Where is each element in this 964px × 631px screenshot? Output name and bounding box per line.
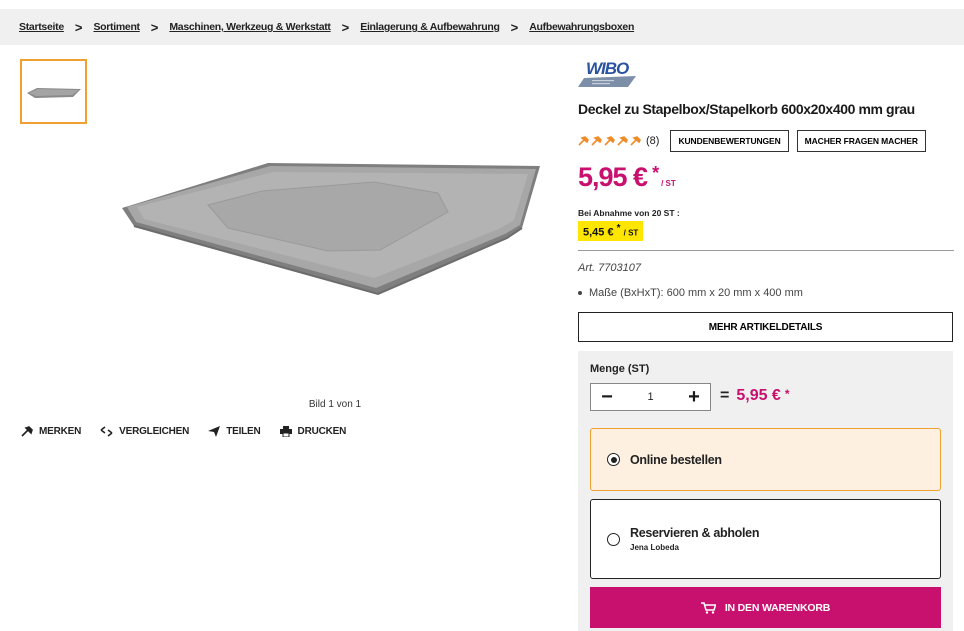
- total-price-star: *: [784, 387, 790, 401]
- quantity-label: Menge (ST): [590, 363, 650, 375]
- merken-button[interactable]: MERKEN: [21, 426, 81, 437]
- option-online-order[interactable]: Online bestellen: [590, 428, 941, 491]
- product-title: Deckel zu Stapelbox/Stapelkorb 600x20x40…: [578, 101, 915, 117]
- bulk-price-value: 5,45 €: [583, 226, 614, 239]
- hammer-rating-icon: [630, 136, 641, 146]
- merken-label: MERKEN: [39, 426, 82, 437]
- chevron-right-icon: >: [150, 19, 159, 35]
- product-price: 5,95 € * / ST: [578, 162, 676, 193]
- breadcrumb-startseite[interactable]: Startseite: [19, 21, 64, 33]
- option-reserve-store: Jena Lobeda: [630, 543, 679, 552]
- product-thumbnail[interactable]: [20, 59, 87, 124]
- option-reserve-label: Reservieren & abholen: [630, 526, 760, 540]
- add-to-cart-button[interactable]: IN DEN WARENKORB: [590, 587, 941, 628]
- hammer-rating-icon: [604, 136, 615, 146]
- radio-reserve[interactable]: [607, 532, 620, 546]
- breadcrumb-maschinen[interactable]: Maschinen, Werkzeug & Werkstatt: [169, 21, 331, 33]
- hammer-rating-icon: [591, 136, 602, 146]
- product-main-image[interactable]: [110, 150, 550, 300]
- hammer-icon: [21, 426, 33, 437]
- breadcrumb: Startseite > Sortiment > Maschinen, Werk…: [0, 9, 964, 45]
- divider: [578, 250, 954, 251]
- price-footnote-star: *: [652, 163, 660, 183]
- price-value: 5,95 €: [578, 162, 648, 192]
- questions-button[interactable]: MACHER FRAGEN MACHER: [796, 130, 926, 152]
- teilen-label: TEILEN: [226, 426, 261, 437]
- equals-sign: =: [720, 387, 730, 404]
- radio-online-checked[interactable]: [607, 453, 620, 466]
- bulk-price-star: *: [616, 223, 621, 234]
- drucken-button[interactable]: DRUCKEN: [279, 426, 347, 437]
- cart-icon: [700, 601, 716, 614]
- quantity-total: = 5,95 € *: [720, 387, 790, 405]
- reviews-button[interactable]: KUNDENBEWERTUNGEN: [670, 130, 789, 152]
- plus-button[interactable]: +: [685, 387, 703, 407]
- dimensions-item: Maße (BxHxT): 600 mm x 20 mm x 400 mm: [578, 287, 803, 299]
- dimensions-text: Maße (BxHxT): 600 mm x 20 mm x 400 mm: [589, 287, 803, 299]
- more-details-button[interactable]: MEHR ARTIKELDETAILS: [578, 312, 953, 342]
- brand-logo-text: WIBO: [586, 59, 629, 78]
- add-to-cart-label: IN DEN WARENKORB: [724, 601, 831, 614]
- price-unit: / ST: [661, 179, 676, 188]
- teilen-button[interactable]: TEILEN: [208, 426, 261, 437]
- chevron-right-icon: >: [510, 19, 519, 35]
- image-counter: Bild 1 von 1: [308, 399, 362, 410]
- option-online-label: Online bestellen: [630, 452, 722, 467]
- drucken-label: DRUCKEN: [297, 426, 347, 437]
- lid-thumbnail-image: [26, 87, 81, 98]
- option-reserve-pickup[interactable]: Reservieren & abholen Jena Lobeda: [590, 499, 941, 579]
- brand-logo[interactable]: WIBO: [578, 58, 638, 88]
- quantity-stepper: − 1 +: [590, 383, 711, 411]
- rating-count[interactable]: (8): [646, 135, 659, 147]
- chevron-right-icon: >: [341, 19, 350, 35]
- printer-icon: [279, 426, 292, 437]
- bullet-icon: [578, 291, 582, 295]
- bulk-price: 5,45 € * / ST: [578, 221, 644, 241]
- order-panel: Menge (ST) − 1 + = 5,95 € * Online beste…: [578, 351, 953, 631]
- total-price: 5,95 €: [736, 387, 781, 404]
- hammer-rating-icon: [578, 136, 589, 146]
- breadcrumb-einlagerung[interactable]: Einlagerung & Aufbewahrung: [360, 21, 500, 33]
- article-number: Art. 7703107: [578, 262, 641, 274]
- breadcrumb-sortiment[interactable]: Sortiment: [93, 21, 140, 33]
- vergleichen-button[interactable]: VERGLEICHEN: [100, 426, 189, 437]
- chevron-right-icon: >: [74, 19, 83, 35]
- quantity-input[interactable]: 1: [647, 391, 653, 403]
- breadcrumb-aufbewahrungsboxen[interactable]: Aufbewahrungsboxen: [529, 21, 634, 33]
- compare-icon: [100, 426, 113, 437]
- send-icon: [208, 426, 221, 437]
- hammer-rating-icon: [617, 136, 628, 146]
- rating-stars[interactable]: [578, 136, 641, 146]
- bulk-price-label: Bei Abnahme von 20 ST :: [578, 208, 680, 218]
- minus-button[interactable]: −: [598, 387, 616, 407]
- bulk-price-unit: / ST: [623, 228, 639, 238]
- rating-row: (8) KUNDENBEWERTUNGEN MACHER FRAGEN MACH…: [578, 130, 934, 152]
- product-actions: MERKEN VERGLEICHEN TEILEN DRUCKEN: [21, 426, 365, 437]
- vergleichen-label: VERGLEICHEN: [119, 426, 190, 437]
